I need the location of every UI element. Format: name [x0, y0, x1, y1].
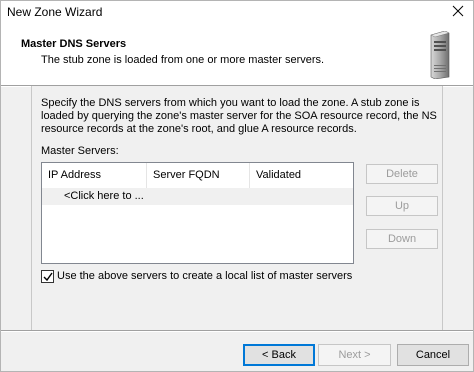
checkmark-icon	[43, 272, 53, 282]
add-server-placeholder[interactable]: <Click here to ...	[64, 190, 144, 202]
next-button[interactable]: Next >	[318, 344, 391, 366]
window-title: New Zone Wizard	[7, 5, 103, 19]
master-servers-list[interactable]: IP Address Server FQDN Validated <Click …	[41, 162, 354, 264]
up-button[interactable]: Up	[366, 196, 438, 216]
local-list-checkbox-label[interactable]: Use the above servers to create a local …	[57, 270, 352, 282]
wizard-header: Master DNS Servers The stub zone is load…	[1, 23, 473, 85]
master-servers-label: Master Servers:	[41, 145, 119, 157]
page-title: Master DNS Servers	[21, 38, 127, 50]
instructions-text: Specify the DNS servers from which you w…	[41, 97, 437, 135]
title-bar: New Zone Wizard	[1, 1, 473, 23]
column-ip-address[interactable]: IP Address	[42, 163, 147, 188]
local-list-checkbox[interactable]	[41, 270, 54, 283]
down-button[interactable]: Down	[366, 229, 438, 249]
server-icon	[430, 31, 450, 79]
delete-button[interactable]: Delete	[366, 164, 438, 184]
list-item[interactable]: <Click here to ...	[42, 188, 353, 205]
column-validated[interactable]: Validated	[250, 163, 353, 188]
close-button[interactable]	[443, 1, 473, 23]
list-header: IP Address Server FQDN Validated	[42, 163, 353, 188]
back-button[interactable]: < Back	[243, 344, 315, 366]
page-subtitle: The stub zone is loaded from one or more…	[41, 54, 325, 66]
cancel-button[interactable]: Cancel	[397, 344, 469, 366]
wizard-window: New Zone Wizard Master DNS Servers The s…	[0, 0, 474, 372]
footer-divider	[1, 330, 473, 332]
column-server-fqdn[interactable]: Server FQDN	[147, 163, 250, 188]
close-icon	[452, 5, 464, 17]
